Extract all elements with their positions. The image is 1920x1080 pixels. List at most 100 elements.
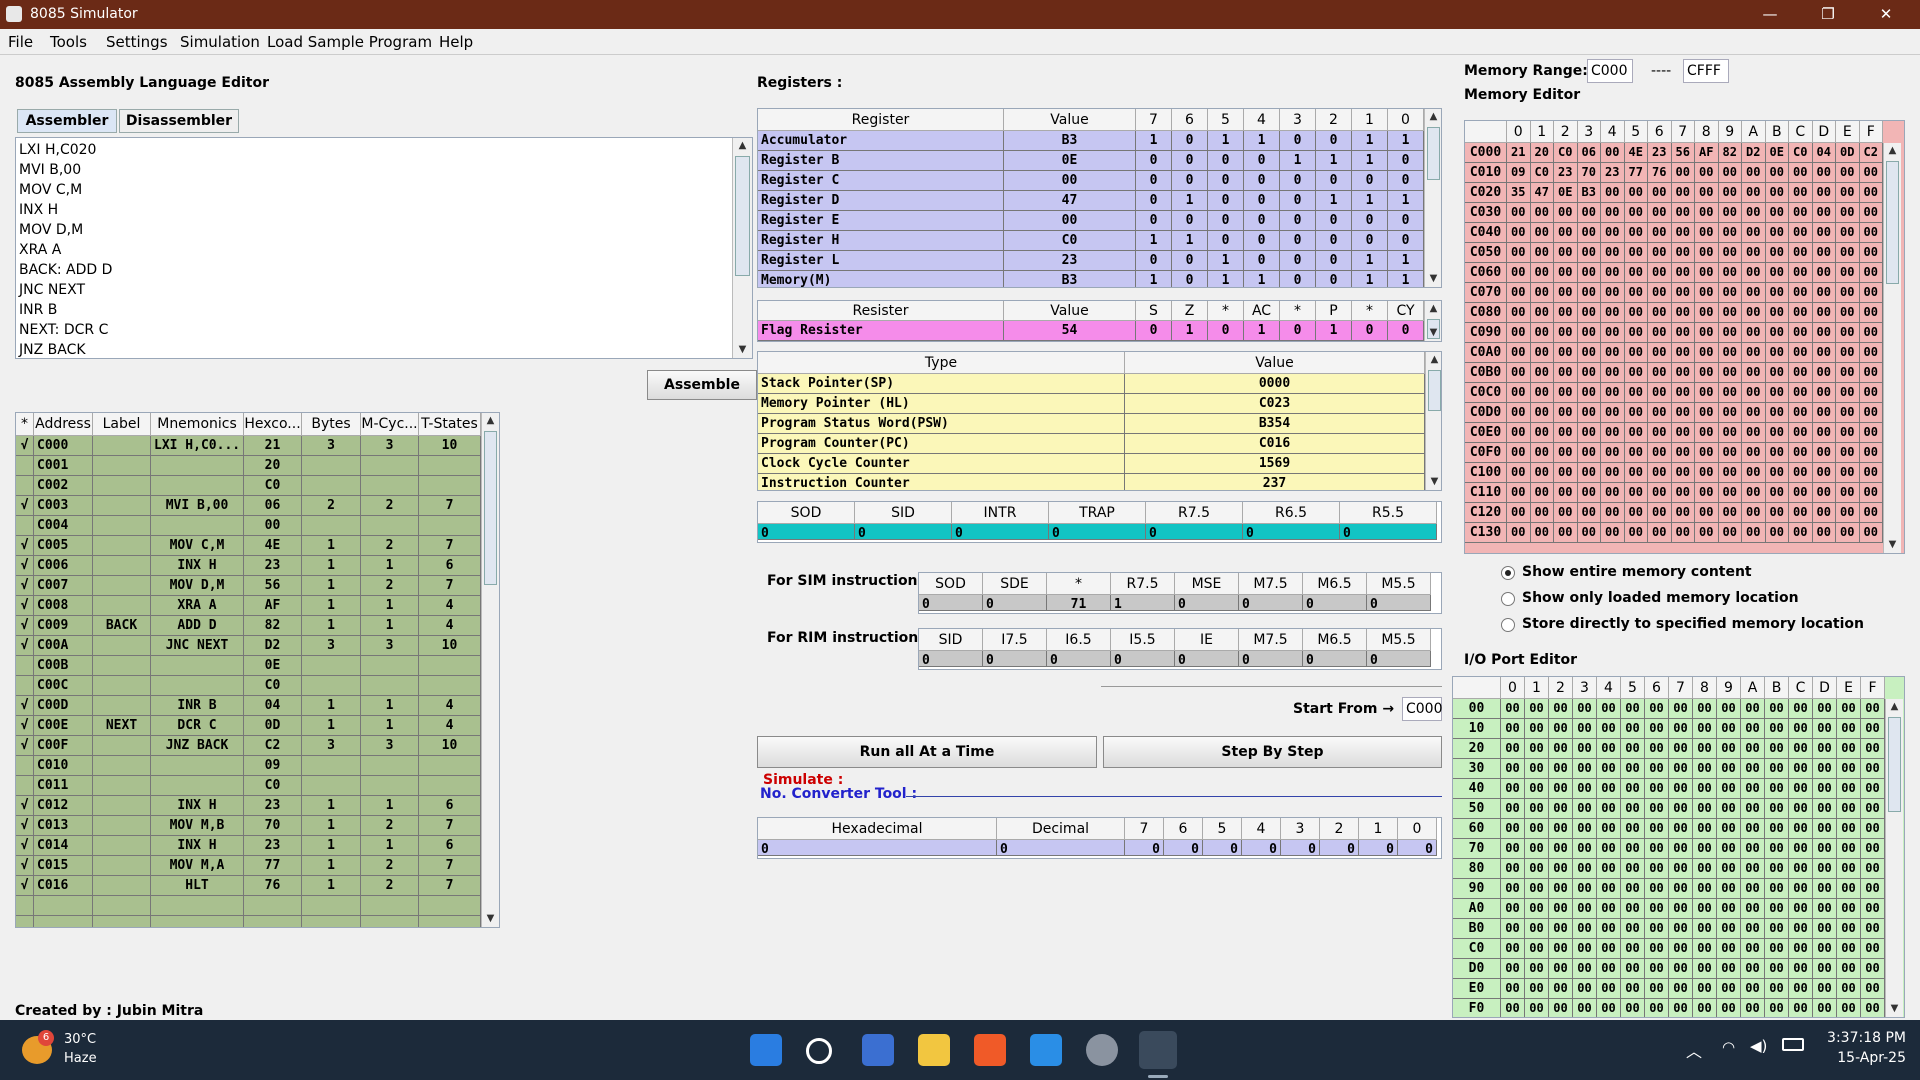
program-cell[interactable]: INX H — [151, 836, 244, 856]
program-cell[interactable] — [302, 896, 361, 916]
brave-browser-icon[interactable] — [974, 1034, 1006, 1066]
program-cell[interactable]: 7 — [419, 496, 481, 516]
register-cell[interactable]: 0 — [1244, 151, 1280, 171]
memory-cell[interactable]: 00 — [1507, 443, 1531, 463]
register-cell[interactable]: 0 — [1388, 231, 1424, 251]
memory-cell[interactable]: 4E — [1624, 143, 1648, 163]
rim-header[interactable]: M6.5 — [1303, 629, 1367, 651]
register-cell[interactable]: 0 — [1316, 271, 1352, 287]
memory-cell[interactable]: 00 — [1648, 223, 1672, 243]
memory-cell[interactable]: 00 — [1601, 243, 1625, 263]
converter-cell[interactable]: 0 — [758, 840, 997, 856]
converter-cell[interactable]: 0 — [1320, 840, 1359, 856]
program-cell[interactable] — [361, 676, 419, 696]
program-cell[interactable]: 1 — [361, 596, 419, 616]
program-cell[interactable] — [16, 916, 34, 927]
program-cell[interactable] — [16, 776, 34, 796]
register-cell[interactable]: 1 — [1136, 231, 1172, 251]
interrupt-header[interactable]: INTR — [952, 502, 1049, 524]
io-port-cell[interactable]: 00 — [1621, 859, 1645, 879]
memory-range-to-input[interactable]: CFFF — [1683, 59, 1729, 83]
program-cell[interactable]: 7 — [419, 536, 481, 556]
register-cell[interactable]: 0 — [1244, 171, 1280, 191]
program-cell[interactable]: √ — [16, 576, 34, 596]
memory-cell[interactable]: 00 — [1601, 523, 1625, 543]
flag-header[interactable]: * — [1208, 301, 1244, 321]
program-cell[interactable] — [93, 476, 151, 496]
memory-cell[interactable]: 00 — [1859, 343, 1883, 363]
io-port-cell[interactable]: 00 — [1573, 699, 1597, 719]
memory-cell[interactable]: 0E — [1554, 183, 1578, 203]
memory-cell[interactable]: 00 — [1789, 463, 1813, 483]
memory-cell[interactable]: 00 — [1530, 523, 1554, 543]
pointer-cell[interactable]: 0000 — [1125, 374, 1425, 394]
memory-cell[interactable]: 00 — [1742, 163, 1766, 183]
memory-cell[interactable]: 00 — [1789, 443, 1813, 463]
memory-cell[interactable]: 47 — [1530, 183, 1554, 203]
io-port-cell[interactable]: 00 — [1501, 799, 1525, 819]
store-icon[interactable] — [862, 1034, 894, 1066]
register-cell[interactable]: Register C — [758, 171, 1004, 191]
io-port-cell[interactable]: 00 — [1861, 819, 1885, 839]
io-port-cell[interactable]: 00 — [1573, 999, 1597, 1017]
register-cell[interactable]: 0 — [1136, 171, 1172, 191]
io-port-cell[interactable]: 00 — [1621, 959, 1645, 979]
memory-cell[interactable]: 00 — [1624, 383, 1648, 403]
interrupt-cell[interactable]: 0 — [1146, 524, 1243, 540]
program-cell[interactable]: 4 — [419, 716, 481, 736]
search-icon[interactable] — [806, 1038, 832, 1064]
program-cell[interactable]: 6 — [419, 556, 481, 576]
memory-cell[interactable]: 00 — [1671, 423, 1695, 443]
memory-cell[interactable]: 00 — [1695, 383, 1719, 403]
interrupt-header[interactable]: R7.5 — [1146, 502, 1243, 524]
io-port-cell[interactable]: 00 — [1645, 919, 1669, 939]
io-port-cell[interactable]: 00 — [1621, 979, 1645, 999]
memory-cell[interactable]: 70 — [1577, 163, 1601, 183]
io-port-cell[interactable]: 00 — [1501, 839, 1525, 859]
io-port-cell[interactable]: 00 — [1861, 699, 1885, 719]
memory-cell[interactable]: 00 — [1554, 503, 1578, 523]
memory-cell[interactable]: 00 — [1812, 323, 1836, 343]
memory-cell[interactable]: 00 — [1577, 203, 1601, 223]
converter-header[interactable]: 0 — [1398, 818, 1437, 840]
program-cell[interactable] — [151, 476, 244, 496]
sim-header[interactable]: R7.5 — [1111, 573, 1175, 595]
memory-cell[interactable]: 00 — [1601, 283, 1625, 303]
memory-cell[interactable]: 00 — [1695, 283, 1719, 303]
memory-cell[interactable]: 00 — [1718, 483, 1742, 503]
io-port-cell[interactable]: 00 — [1741, 999, 1765, 1017]
memory-cell[interactable]: 00 — [1695, 303, 1719, 323]
memory-cell[interactable]: 00 — [1671, 323, 1695, 343]
memory-cell[interactable]: 00 — [1859, 363, 1883, 383]
register-cell[interactable]: 0 — [1208, 171, 1244, 191]
io-port-cell[interactable]: 00 — [1717, 819, 1741, 839]
io-port-cell[interactable]: 00 — [1741, 839, 1765, 859]
memory-cell[interactable]: 23 — [1554, 163, 1578, 183]
io-port-cell[interactable]: 00 — [1741, 779, 1765, 799]
io-port-cell[interactable]: 00 — [1669, 799, 1693, 819]
memory-cell[interactable]: 00 — [1530, 383, 1554, 403]
io-port-cell[interactable]: 00 — [1861, 979, 1885, 999]
memory-cell[interactable]: 00 — [1789, 503, 1813, 523]
program-cell[interactable] — [16, 516, 34, 536]
sim-header[interactable]: M7.5 — [1239, 573, 1303, 595]
io-port-cell[interactable]: 00 — [1549, 939, 1573, 959]
io-port-cell[interactable]: 00 — [1861, 939, 1885, 959]
register-scrollbar-thumb[interactable] — [1427, 127, 1440, 180]
program-cell[interactable] — [93, 816, 151, 836]
memory-cell[interactable]: 00 — [1836, 203, 1860, 223]
io-port-cell[interactable]: 00 — [1789, 919, 1813, 939]
program-cell[interactable] — [361, 656, 419, 676]
io-port-cell[interactable]: 00 — [1765, 999, 1789, 1017]
editor-line[interactable]: MOV C,M — [19, 180, 112, 200]
io-port-cell[interactable]: 00 — [1837, 959, 1861, 979]
io-port-cell[interactable]: 00 — [1693, 959, 1717, 979]
program-cell[interactable]: 6 — [419, 796, 481, 816]
memory-cell[interactable]: 00 — [1836, 163, 1860, 183]
io-port-cell[interactable]: 00 — [1861, 919, 1885, 939]
scroll-thumb[interactable] — [735, 156, 750, 276]
memory-cell[interactable]: 00 — [1530, 423, 1554, 443]
io-port-cell[interactable]: 00 — [1645, 799, 1669, 819]
memory-cell[interactable]: 00 — [1530, 223, 1554, 243]
io-port-cell[interactable]: 00 — [1717, 839, 1741, 859]
